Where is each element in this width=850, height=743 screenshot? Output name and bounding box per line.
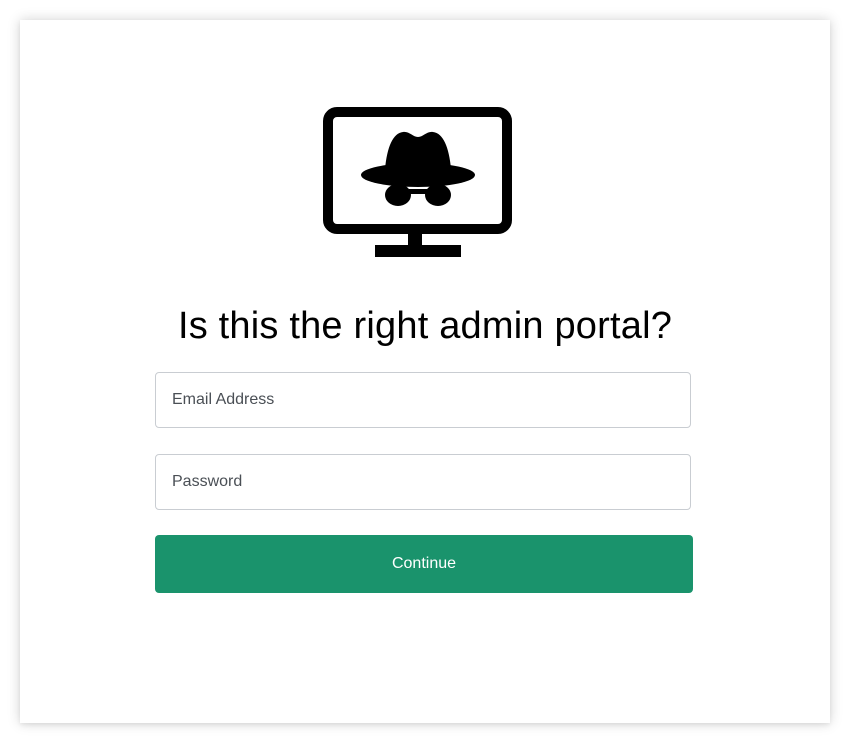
continue-button[interactable]: Continue [155,535,693,593]
email-field[interactable] [155,372,691,428]
incognito-monitor-icon [323,107,512,257]
password-field[interactable] [155,454,691,510]
login-card: Is this the right admin portal? Continue [20,20,830,723]
page-title: Is this the right admin portal? [177,305,673,347]
